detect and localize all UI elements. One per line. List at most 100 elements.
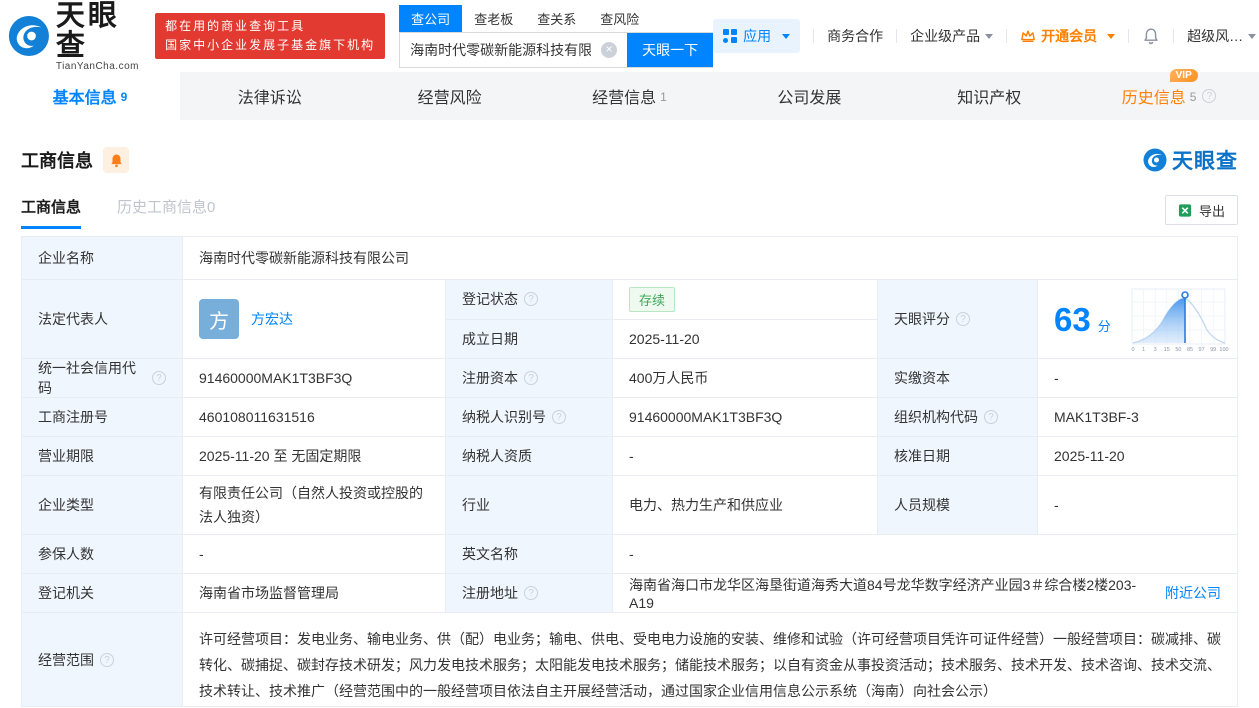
business-term-label: 营业期限 [22,437,182,475]
search-button[interactable]: 天眼一下 [627,32,714,67]
business-scope-label-text: 经营范围 [38,651,94,668]
open-vip-menu[interactable]: 开通会员 [1020,26,1116,46]
subtab-business-info[interactable]: 工商信息 [21,196,82,229]
clear-icon[interactable]: × [601,41,618,58]
search-tab-relation[interactable]: 查关系 [525,5,588,32]
tab-history-info[interactable]: 历史信息 VIP 5 [1079,69,1259,120]
logo-domain: TianYanCha.com [55,60,139,72]
taxpayer-id-label: 纳税人识别号 [445,398,612,436]
help-icon[interactable] [524,292,538,307]
tab-operating-risk[interactable]: 经营风险 [360,72,540,120]
export-label: 导出 [1198,203,1225,219]
score-label: 天眼评分 [877,280,1037,358]
table-row: 企业类型 有限责任公司（自然人投资或控股的法人独资） 行业 电力、热力生产和供应… [22,475,1237,534]
legal-rep-cell: 方 方宏达 [182,280,445,358]
slogan-line2: 国家中小企业发展子基金旗下机构 [165,38,376,52]
taxpayer-id-label-text: 纳税人识别号 [462,409,546,425]
help-icon[interactable] [984,410,998,424]
help-icon[interactable] [956,312,970,326]
business-term-value: 2025-11-20 至 无固定期限 [182,437,445,475]
search-area: 查公司 查老板 查关系 查风险 × 天眼一下 [399,4,714,68]
tab-intellectual-property[interactable]: 知识产权 [899,72,1079,120]
company-name-value: 海南时代零碳新能源科技有限公司 [182,237,1237,279]
tab-operating-info[interactable]: 经营信息 1 [540,72,720,120]
svg-text:100: 100 [1219,347,1228,352]
divider [896,29,898,43]
industry-label: 行业 [445,476,612,534]
super-risk-menu[interactable]: 超级风… [1187,26,1257,46]
table-row: 参保人数 - 英文名称 - [22,534,1237,573]
paid-capital-label: 实缴资本 [877,359,1037,397]
help-icon[interactable] [100,652,114,667]
notification-bell[interactable] [1142,27,1160,45]
org-code-label-text: 组织机构代码 [894,409,978,425]
help-icon[interactable] [152,371,166,385]
search-tabs: 查公司 查老板 查关系 查风险 [399,4,713,32]
top-header: 天眼查 TianYanCha.com 都在用的商业查询工具 国家中小企业发展子基… [0,0,1259,72]
help-icon[interactable] [524,371,538,385]
score-cell[interactable]: 63 分 0 1 3 15 50 85 97 99 100 [1037,280,1237,358]
chevron-down-icon [985,33,994,39]
search-tab-risk[interactable]: 查风险 [588,5,651,32]
bell-icon [1144,28,1158,45]
table-row: 经营范围 许可经营项目：发电业务、输电业务、供（配）电业务；输电、供电、受电电力… [22,612,1237,706]
score-value: 63 [1054,300,1091,338]
legal-rep-label: 法定代表人 [22,280,182,358]
nearby-companies-link[interactable]: 附近公司 [1165,583,1221,603]
table-row: 登记机关 海南省市场监督管理局 注册地址 海南省海口市龙华区海垦街道海秀大道84… [22,573,1237,612]
establish-date-value: 2025-11-20 [612,319,877,358]
apps-grid-icon [723,29,738,43]
help-icon[interactable] [1202,89,1217,103]
score-distribution-chart: 0 1 3 15 50 85 97 99 100 [1131,288,1229,352]
help-icon[interactable] [524,586,538,600]
tab-ip-label: 知识产权 [957,90,1022,107]
vip-badge: VIP [1169,69,1198,82]
export-button[interactable]: 导出 [1164,195,1238,225]
tianyancha-logo[interactable]: 天眼查 TianYanCha.com [8,1,143,72]
tab-legal-proceedings[interactable]: 法律诉讼 [180,72,360,120]
apps-label: 应用 [743,28,772,44]
credit-code-value: 91460000MAK1T3BF3Q [182,359,445,397]
tab-history-label: 历史信息 [1121,90,1186,107]
reg-capital-label: 注册资本 [445,359,612,397]
credit-code-label-text: 统一社会信用代码 [38,360,136,396]
apps-menu[interactable]: 应用 [713,19,801,53]
english-name-value: - [612,535,1237,573]
status-badge: 存续 [629,286,676,312]
tab-basic-info[interactable]: 基本信息 9 [0,72,180,120]
search-input[interactable] [400,32,602,67]
section-title: 工商信息 [21,151,93,171]
tab-development-label: 公司发展 [777,90,842,107]
legal-rep-avatar[interactable]: 方 [199,299,239,339]
approval-date-value: 2025-11-20 [1037,437,1237,475]
company-type-label: 企业类型 [22,476,182,534]
tab-company-development[interactable]: 公司发展 [719,72,899,120]
watermark-text: 天眼查 [1172,150,1238,173]
svg-text:15: 15 [1164,347,1170,352]
subscribe-bell-button[interactable] [103,147,129,173]
enterprise-products-menu[interactable]: 企业级产品 [910,26,994,46]
subtab-history-business-info[interactable]: 历史工商信息0 [117,196,215,229]
excel-icon [1178,203,1192,217]
taxpayer-id-value: 91460000MAK1T3BF3Q [612,398,877,436]
tab-operation-label: 经营信息 [592,90,657,107]
search-tab-boss[interactable]: 查老板 [462,5,525,32]
search-tab-company[interactable]: 查公司 [399,4,463,32]
reg-capital-label-text: 注册资本 [462,370,518,386]
business-cooperation-link[interactable]: 商务合作 [827,26,883,46]
open-vip-label: 开通会员 [1041,28,1098,44]
status-date-subtable: 登记状态 存续 成立日期 2025-11-20 [445,280,877,358]
tianyancha-watermark: 天眼查 [1143,145,1238,175]
help-icon[interactable] [552,410,566,424]
reg-status-label-text: 登记状态 [462,291,518,308]
reg-authority-label: 登记机关 [22,574,182,612]
svg-text:1: 1 [1142,347,1145,352]
business-scope-value: 许可经营项目：发电业务、输电业务、供（配）电业务；输电、供电、受电电力设施的安装… [182,613,1237,706]
svg-text:99: 99 [1210,347,1216,352]
legal-rep-link[interactable]: 方宏达 [251,309,293,329]
chevron-down-icon [1107,33,1116,39]
table-row: 统一社会信用代码 91460000MAK1T3BF3Q 注册资本 400万人民币… [22,358,1237,397]
brand-slogan: 都在用的商业查询工具 国家中小企业发展子基金旗下机构 [155,13,386,59]
company-name-label: 企业名称 [22,237,182,279]
tianyancha-logo-icon [1143,148,1167,172]
